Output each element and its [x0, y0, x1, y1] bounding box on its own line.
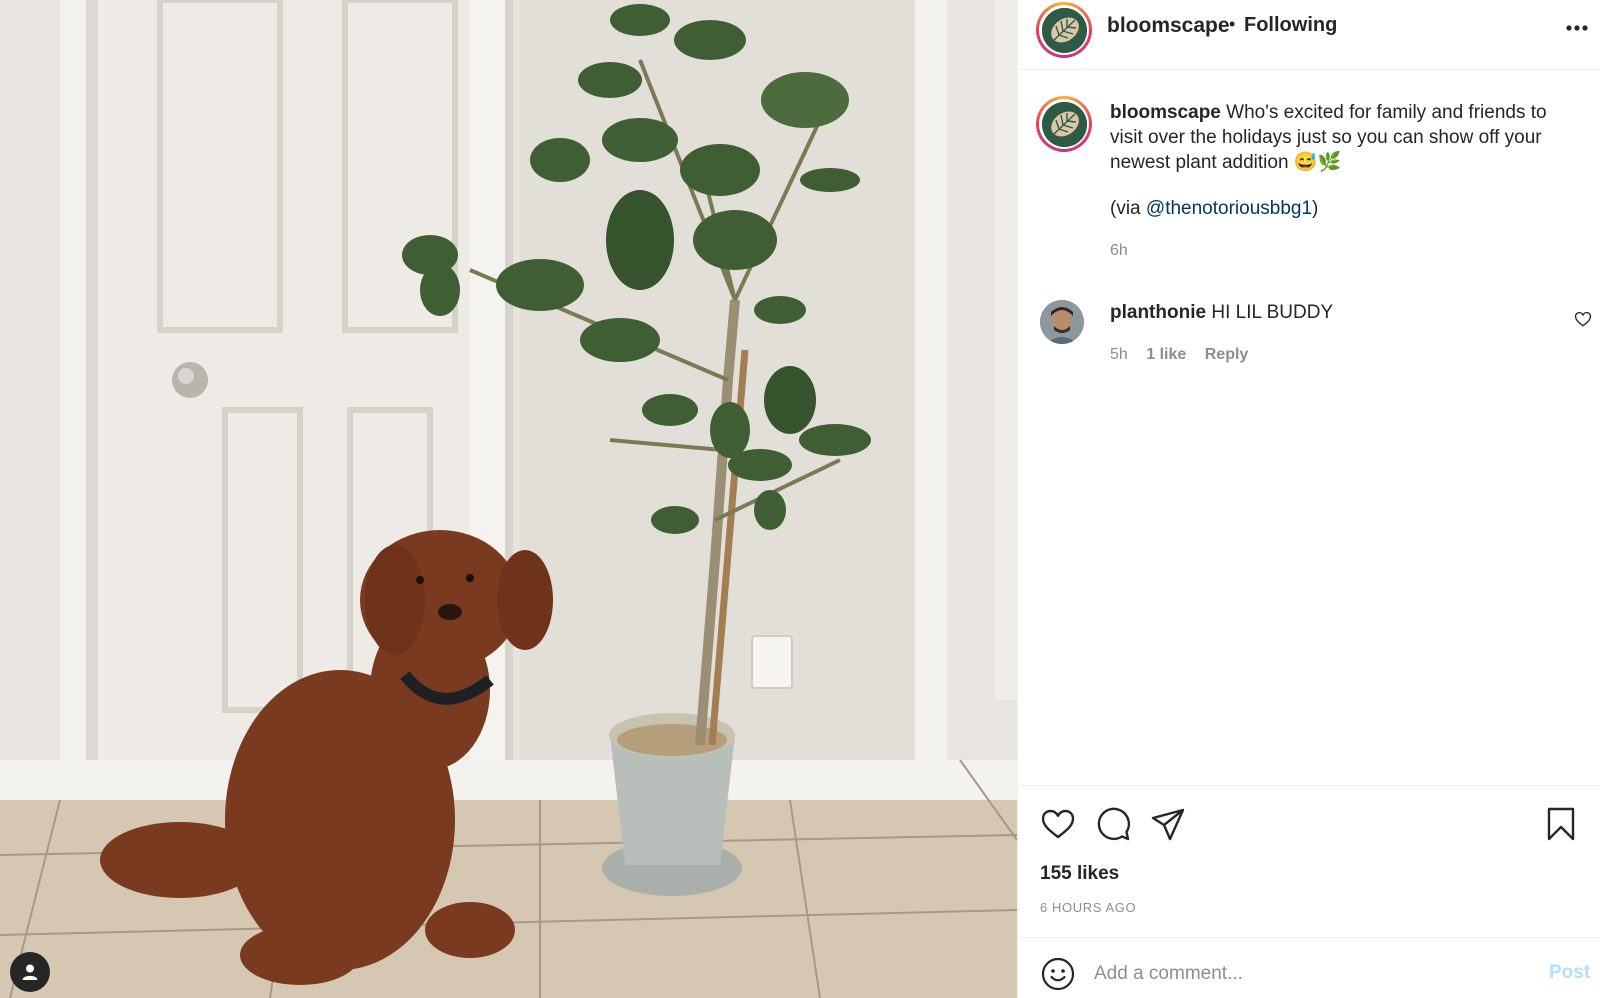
- paper-plane-icon[interactable]: [1150, 806, 1186, 842]
- add-comment-bar: Post: [1018, 937, 1600, 998]
- comment-timestamp[interactable]: 5h: [1110, 346, 1128, 363]
- commenter-avatar[interactable]: [1040, 300, 1084, 344]
- post-comment-button[interactable]: Post: [1549, 962, 1590, 984]
- caption-credit: (via @thenotoriousbbg1): [1110, 198, 1318, 220]
- post-header: bloomscape • Following: [1018, 0, 1600, 70]
- comment-likes-count[interactable]: 1 like: [1146, 346, 1186, 363]
- post-timestamp[interactable]: 6 HOURS AGO: [1040, 900, 1136, 915]
- post-actions: 155 likes 6 HOURS AGO: [1018, 785, 1600, 937]
- caption-timestamp[interactable]: 6h: [1110, 242, 1128, 260]
- comment-text: planthonie HI LIL BUDDY: [1110, 302, 1333, 324]
- post-photo[interactable]: [0, 0, 1017, 998]
- comment-item: planthonie HI LIL BUDDY 5h 1 like Reply: [1018, 296, 1600, 366]
- comment-input[interactable]: [1094, 956, 1524, 992]
- bookmark-icon[interactable]: [1543, 806, 1579, 842]
- bloomscape-logo-icon: [1041, 7, 1087, 53]
- caption-text: bloomscape Who's excited for family and …: [1110, 100, 1580, 175]
- post-details-panel: bloomscape • Following bloomscape Who's …: [1017, 0, 1600, 998]
- author-avatar[interactable]: [1036, 2, 1092, 58]
- more-horizontal-icon[interactable]: [1563, 22, 1591, 34]
- following-button[interactable]: Following: [1244, 14, 1337, 37]
- caption-author-avatar[interactable]: [1036, 96, 1092, 152]
- tagged-users-button[interactable]: [10, 952, 50, 992]
- smiley-icon[interactable]: [1040, 956, 1076, 992]
- heart-icon[interactable]: [1040, 806, 1076, 842]
- bloomscape-logo-icon: [1041, 101, 1087, 147]
- comment-body: HI LIL BUDDY: [1211, 302, 1334, 323]
- commenter-username[interactable]: planthonie: [1110, 302, 1206, 323]
- caption-via-suffix: ): [1312, 198, 1319, 219]
- caption-username[interactable]: bloomscape: [1110, 102, 1221, 123]
- caption-via-prefix: (via: [1110, 198, 1146, 219]
- comment-icon[interactable]: [1095, 806, 1131, 842]
- comment-meta: 5h 1 like Reply: [1110, 346, 1262, 364]
- author-username[interactable]: bloomscape: [1107, 14, 1230, 38]
- photo-illustration: [0, 0, 1017, 998]
- comment-reply-button[interactable]: Reply: [1205, 346, 1249, 363]
- caption-mention-link[interactable]: @thenotoriousbbg1: [1146, 198, 1312, 219]
- commenter-photo: [1040, 300, 1084, 344]
- user-icon: [22, 964, 38, 980]
- comment-heart-icon[interactable]: [1574, 310, 1592, 328]
- likes-count[interactable]: 155 likes: [1040, 863, 1119, 885]
- header-separator: •: [1229, 14, 1236, 34]
